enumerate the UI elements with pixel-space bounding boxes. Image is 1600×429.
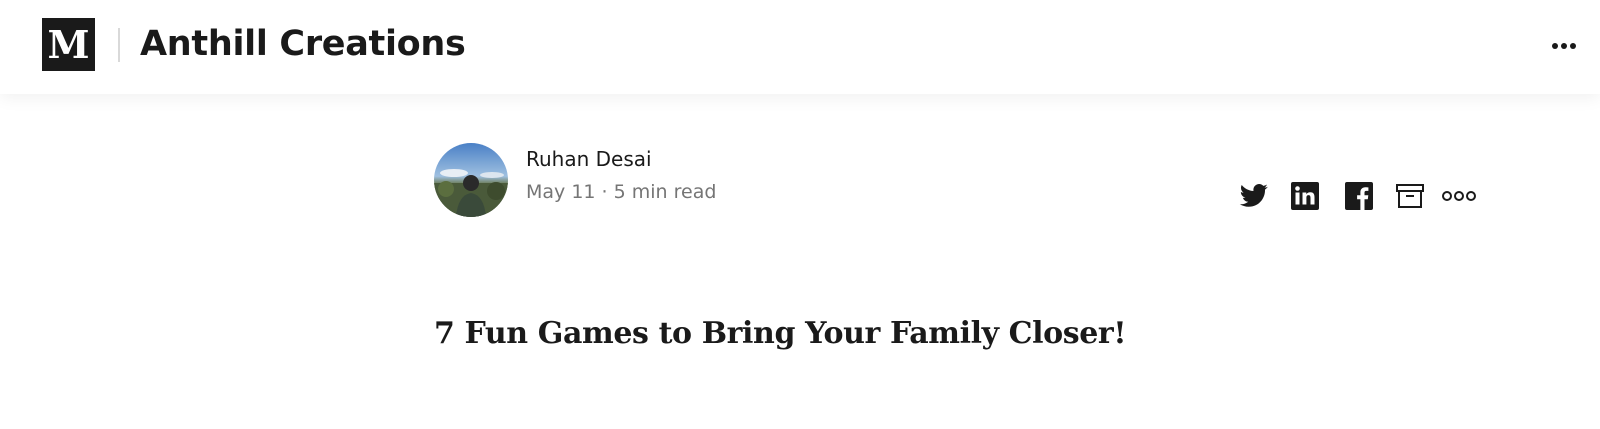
share-toolbar	[1237, 179, 1477, 213]
bookmark-archive-icon[interactable]	[1395, 183, 1425, 209]
avatar[interactable]	[434, 143, 508, 217]
publication-title[interactable]: Anthill Creations	[140, 22, 466, 66]
facebook-icon[interactable]	[1345, 182, 1373, 210]
twitter-icon[interactable]	[1237, 181, 1271, 211]
meta-separator: ·	[601, 181, 608, 203]
top-navigation-bar: M Anthill Creations	[0, 0, 1600, 94]
article-title: 7 Fun Games to Bring Your Family Closer!	[434, 316, 1127, 351]
medium-logo[interactable]: M	[42, 18, 95, 71]
header-divider	[118, 28, 120, 62]
post-meta: May 11 · 5 min read	[526, 181, 716, 203]
more-horizontal-icon[interactable]	[1550, 34, 1580, 58]
post-date: May 11	[526, 181, 596, 203]
author-name[interactable]: Ruhan Desai	[526, 147, 652, 171]
linkedin-icon[interactable]	[1291, 182, 1319, 210]
read-time: 5 min read	[613, 181, 717, 203]
more-options-icon[interactable]	[1441, 189, 1477, 203]
